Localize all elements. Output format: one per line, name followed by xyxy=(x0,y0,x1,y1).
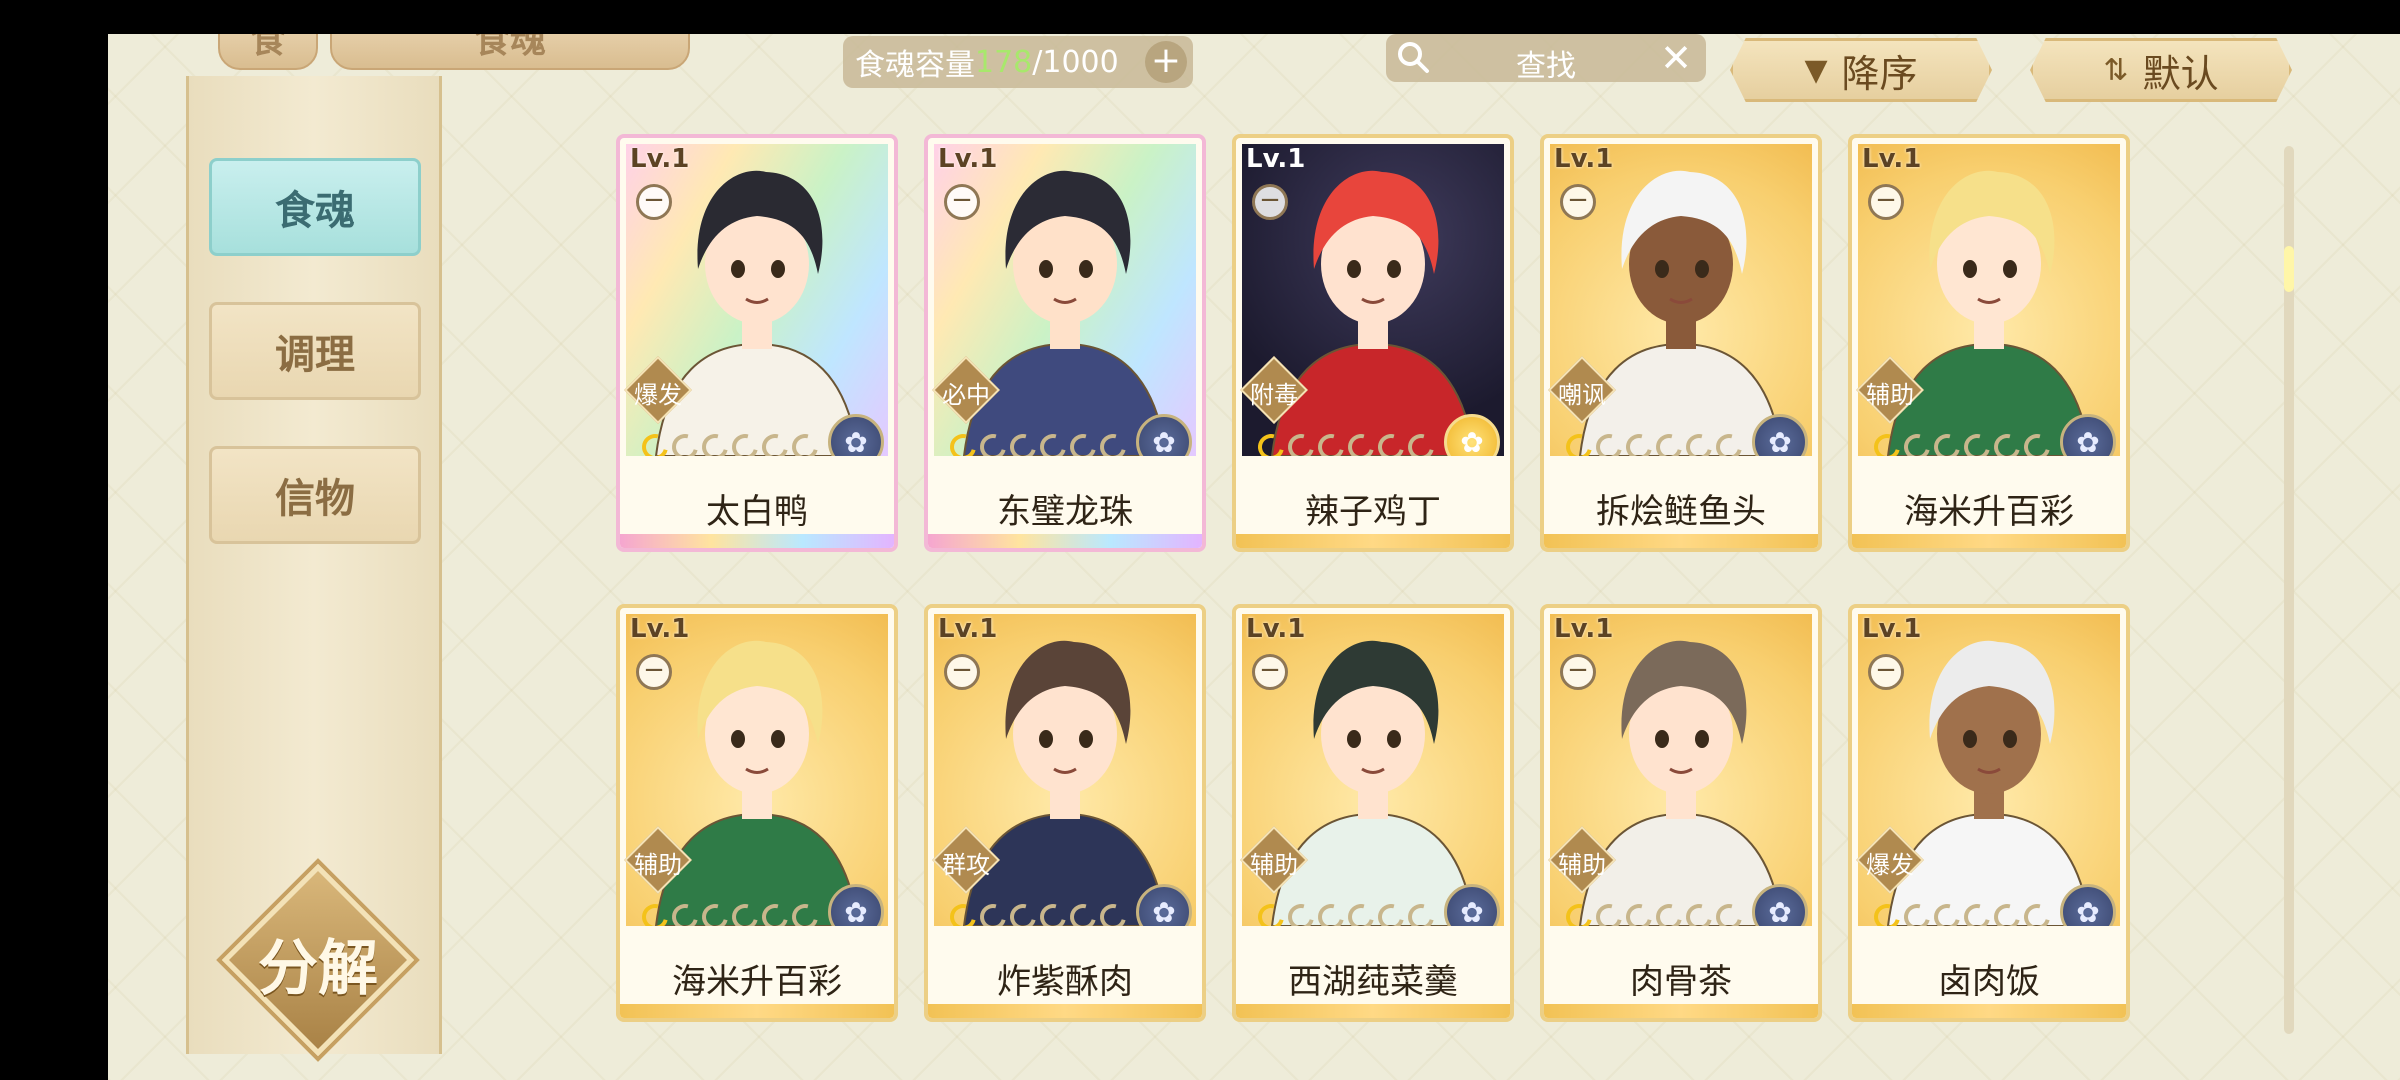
decompose-label: 分解 xyxy=(258,934,378,1004)
search-text: 查找 xyxy=(1516,49,1576,84)
food-soul-card[interactable]: Lv.1 − 辅助 ✿ 肉骨茶 xyxy=(1540,604,1822,1022)
add-capacity-button[interactable]: + xyxy=(1145,41,1187,83)
role-label: 群攻 xyxy=(942,851,990,879)
sort-order-button[interactable]: ▼ 降序 xyxy=(1730,38,1992,102)
sort-order-label: 降序 xyxy=(1841,51,1918,96)
lock-toggle-icon[interactable]: − xyxy=(1868,654,1904,690)
tab-food-soul-label: 食魂 xyxy=(473,34,546,61)
card-name: 海米升百彩 xyxy=(620,926,894,1018)
role-badge: 爆发 xyxy=(622,356,694,424)
lock-toggle-icon[interactable]: − xyxy=(636,654,672,690)
level-label: Lv.1 xyxy=(1246,144,1306,174)
level-label: Lv.1 xyxy=(1554,144,1614,174)
tab-food-soul[interactable]: 食魂 xyxy=(330,34,690,70)
card-name: 西湖莼菜羹 xyxy=(1236,926,1510,1018)
card-name: 东璧龙珠 xyxy=(928,456,1202,548)
role-badge: 群攻 xyxy=(930,826,1002,894)
sidebar-item-label: 调理 xyxy=(275,332,355,378)
card-name: 辣子鸡丁 xyxy=(1236,456,1510,548)
role-label: 附毒 xyxy=(1250,381,1298,409)
tab-left-label: 食 xyxy=(249,34,286,61)
role-label: 爆发 xyxy=(634,381,682,409)
card-name: 肉骨茶 xyxy=(1544,926,1818,1018)
level-label: Lv.1 xyxy=(1862,144,1922,174)
capacity-label: 食魂容量 xyxy=(855,48,975,83)
sort-mode-button[interactable]: ⇅ 默认 xyxy=(2030,38,2292,102)
lock-toggle-icon[interactable]: − xyxy=(1560,184,1596,220)
level-label: Lv.1 xyxy=(630,144,690,174)
role-label: 辅助 xyxy=(1250,851,1298,879)
sidebar-item-food-soul[interactable]: 食魂 xyxy=(209,158,421,256)
food-soul-card[interactable]: Lv.1 − 群攻 ✿ 炸紫酥肉 xyxy=(924,604,1206,1022)
role-badge: 辅助 xyxy=(1546,826,1618,894)
level-label: Lv.1 xyxy=(938,614,998,644)
capacity-current: 178 xyxy=(975,44,1033,80)
role-badge: 爆发 xyxy=(1854,826,1926,894)
role-label: 辅助 xyxy=(634,851,682,879)
card-name: 太白鸭 xyxy=(620,456,894,548)
level-label: Lv.1 xyxy=(1246,614,1306,644)
role-badge: 辅助 xyxy=(1854,356,1926,424)
role-label: 辅助 xyxy=(1558,851,1606,879)
role-badge: 嘲讽 xyxy=(1546,356,1618,424)
card-name: 卤肉饭 xyxy=(1852,926,2126,1018)
role-badge: 辅助 xyxy=(1238,826,1310,894)
card-name: 炸紫酥肉 xyxy=(928,926,1202,1018)
top-bar: 食 食魂 食魂容量 178 /1000 + 查找 ✕ ▼ 降序 ⇅ 默认 xyxy=(108,34,2400,102)
role-label: 爆发 xyxy=(1866,851,1914,879)
card-name: 海米升百彩 xyxy=(1852,456,2126,548)
role-label: 必中 xyxy=(942,381,990,409)
level-label: Lv.1 xyxy=(1554,614,1614,644)
card-name: 拆烩鲢鱼头 xyxy=(1544,456,1818,548)
sort-mode-icon: ⇅ xyxy=(2103,52,2129,88)
lock-toggle-icon[interactable]: − xyxy=(944,184,980,220)
food-soul-card[interactable]: Lv.1 − 辅助 ✿ 海米升百彩 xyxy=(616,604,898,1022)
lock-toggle-icon[interactable]: − xyxy=(636,184,672,220)
role-badge: 附毒 xyxy=(1238,356,1310,424)
lock-toggle-icon[interactable]: − xyxy=(1868,184,1904,220)
game-screen: 食 食魂 食魂容量 178 /1000 + 查找 ✕ ▼ 降序 ⇅ 默认 食魂 … xyxy=(108,34,2400,1080)
role-badge: 辅助 xyxy=(622,826,694,894)
food-soul-card[interactable]: Lv.1 − 爆发 ✿ 卤肉饭 xyxy=(1848,604,2130,1022)
clear-icon[interactable]: ✕ xyxy=(1660,36,1692,80)
role-badge: 必中 xyxy=(930,356,1002,424)
food-soul-card[interactable]: Lv.1 − 必中 ✿ 东璧龙珠 xyxy=(924,134,1206,552)
sidebar-item-conditioning[interactable]: 调理 xyxy=(209,302,421,400)
lock-toggle-icon[interactable]: − xyxy=(1560,654,1596,690)
sort-down-icon: ▼ xyxy=(1804,52,1828,88)
sidebar-item-label: 信物 xyxy=(275,476,355,522)
role-label: 嘲讽 xyxy=(1558,381,1606,409)
scrollbar[interactable] xyxy=(2284,146,2294,1034)
sort-mode-label: 默认 xyxy=(2142,51,2219,96)
role-label: 辅助 xyxy=(1866,381,1914,409)
sidebar-item-token[interactable]: 信物 xyxy=(209,446,421,544)
decompose-button[interactable]: 分解 xyxy=(221,863,415,1057)
lock-toggle-icon[interactable]: − xyxy=(1252,654,1288,690)
capacity-display: 食魂容量 178 /1000 + xyxy=(843,36,1193,88)
level-label: Lv.1 xyxy=(1862,614,1922,644)
level-label: Lv.1 xyxy=(630,614,690,644)
scrollbar-thumb[interactable] xyxy=(2284,246,2294,292)
level-label: Lv.1 xyxy=(938,144,998,174)
search-box[interactable]: 查找 ✕ xyxy=(1386,34,1706,84)
food-soul-card[interactable]: Lv.1 − 辅助 ✿ 西湖莼菜羹 xyxy=(1232,604,1514,1022)
food-soul-card[interactable]: Lv.1 − 爆发 ✿ 太白鸭 xyxy=(616,134,898,552)
food-soul-card[interactable]: Lv.1 − 嘲讽 ✿ 拆烩鲢鱼头 xyxy=(1540,134,1822,552)
tab-left-stub[interactable]: 食 xyxy=(218,34,318,70)
food-soul-card[interactable]: Lv.1 − 附毒 ✿ 辣子鸡丁 xyxy=(1232,134,1514,552)
capacity-max: /1000 xyxy=(1032,44,1119,80)
sidebar-item-label: 食魂 xyxy=(275,188,355,234)
lock-toggle-icon[interactable]: − xyxy=(1252,184,1288,220)
lock-toggle-icon[interactable]: − xyxy=(944,654,980,690)
food-soul-card[interactable]: Lv.1 − 辅助 ✿ 海米升百彩 xyxy=(1848,134,2130,552)
